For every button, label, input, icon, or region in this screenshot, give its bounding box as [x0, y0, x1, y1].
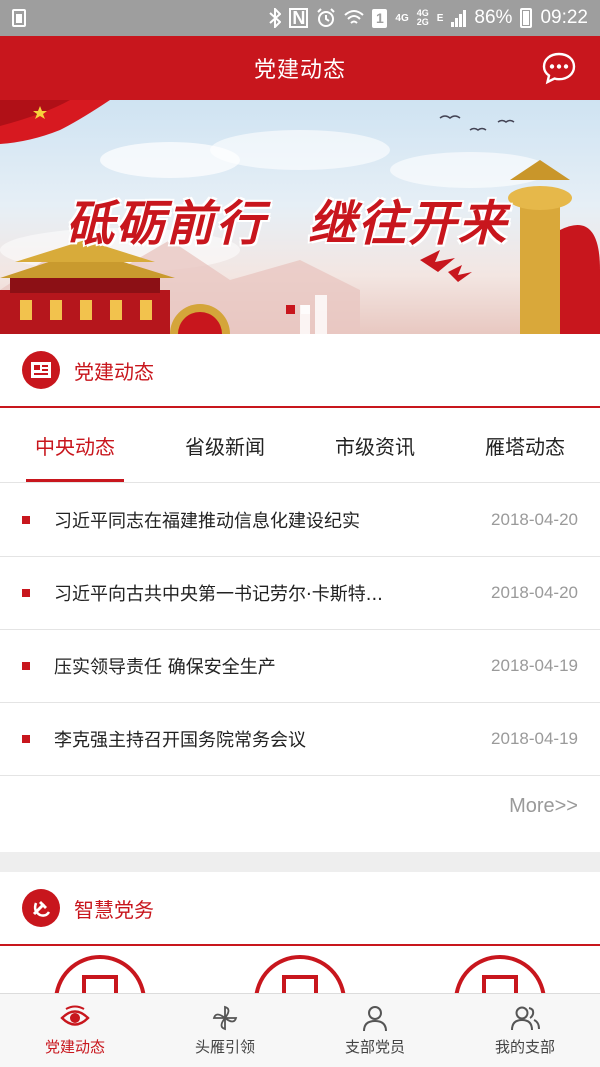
status-bar: N 1 4G 4G 2G E 86% 09:22: [0, 0, 600, 36]
bullet-icon: [22, 516, 30, 524]
nav-label-leader: 头雁引领: [194, 1038, 255, 1056]
clock-time: 09:22: [540, 7, 588, 28]
carousel-dot-2[interactable]: [301, 305, 310, 314]
news-title: 习近平向古共中央第一书记劳尔·卡斯特...: [54, 584, 383, 605]
network-4g-2g-bottom: 2G: [416, 17, 429, 27]
bullet-icon: [22, 589, 30, 597]
banner-slogan-left: 砥砺前行: [66, 196, 267, 252]
document-icon: [282, 975, 318, 993]
group-icon: [511, 1006, 540, 1031]
nav-label-news: 党建动态: [44, 1038, 105, 1056]
newspaper-icon: [22, 351, 60, 389]
news-list: 习近平同志在福建推动信息化建设纪实 2018-04-20 习近平向古共中央第一书…: [0, 484, 600, 776]
page-title: 党建动态: [253, 58, 346, 83]
carousel-indicator: [286, 305, 310, 314]
app-header: 党建动态: [0, 36, 600, 100]
battery-percent: 86%: [474, 7, 513, 28]
news-item[interactable]: 李克强主持召开国务院常务会议 2018-04-19: [0, 703, 600, 776]
nav-item-members[interactable]: 支部党员: [300, 994, 450, 1067]
service-document-button[interactable]: [254, 955, 346, 993]
pinwheel-icon: [212, 1005, 238, 1031]
party-emblem-icon: [22, 889, 60, 927]
nav-item-mybranch[interactable]: 我的支部: [450, 994, 600, 1067]
nfc-icon: N: [289, 8, 309, 28]
news-date: 2018-04-20: [491, 583, 578, 602]
nav-item-leader[interactable]: 头雁引领: [150, 994, 300, 1067]
nav-label-members: 支部党员: [344, 1038, 405, 1056]
eye-icon: [60, 1005, 90, 1026]
nav-label-mybranch: 我的支部: [494, 1038, 555, 1056]
news-title: 李克强主持召开国务院常务会议: [54, 730, 306, 751]
tab-central[interactable]: 中央动态: [0, 409, 150, 482]
news-title: 压实领导责任 确保安全生产: [54, 657, 276, 678]
carousel-dot-1[interactable]: [286, 305, 295, 314]
service-grid: [0, 947, 600, 993]
tab-yanta[interactable]: 雁塔动态: [450, 409, 600, 482]
book-icon: [482, 975, 518, 993]
bullet-icon: [22, 662, 30, 670]
section-divider: [0, 852, 600, 872]
banner-slogan-right: 继往开来: [308, 196, 509, 252]
news-tabs: 中央动态 省级新闻 市级资讯 雁塔动态: [0, 409, 600, 483]
tab-city[interactable]: 市级资讯: [300, 409, 450, 482]
chat-bubble-icon: [542, 52, 576, 85]
section-header-smart: 智慧党务: [0, 872, 600, 946]
banner-carousel[interactable]: 砥砺前行 继往开来: [0, 100, 600, 334]
more-link[interactable]: More>>: [509, 795, 578, 818]
network-e-label: E: [436, 12, 444, 24]
alarm-icon: [316, 8, 336, 28]
news-item[interactable]: 习近平同志在福建推动信息化建设纪实 2018-04-20: [0, 484, 600, 557]
service-book-button[interactable]: [454, 955, 546, 993]
wifi-icon: [344, 9, 365, 27]
bottom-nav: 党建动态 头雁引领 支部党员 我的支部: [0, 993, 600, 1067]
news-title: 习近平同志在福建推动信息化建设纪实: [54, 511, 360, 532]
nav-item-news[interactable]: 党建动态: [0, 994, 150, 1067]
chat-button[interactable]: [542, 51, 576, 85]
section-header-news: 党建动态: [0, 334, 600, 408]
sim-one-icon: 1: [372, 8, 388, 28]
news-date: 2018-04-20: [491, 510, 578, 529]
person-icon: [363, 1006, 387, 1032]
section-title-news: 党建动态: [74, 359, 154, 384]
network-4g-2g-icon: 4G 2G: [417, 9, 429, 27]
signal-icon: [451, 9, 467, 27]
news-date: 2018-04-19: [491, 729, 578, 748]
news-date: 2018-04-19: [491, 656, 578, 675]
bluetooth-icon: [269, 8, 282, 28]
tab-provincial[interactable]: 省级新闻: [150, 409, 300, 482]
service-study-button[interactable]: [54, 955, 146, 993]
news-item[interactable]: 习近平向古共中央第一书记劳尔·卡斯特... 2018-04-20: [0, 557, 600, 630]
app-notification-icon: [12, 9, 26, 27]
bullet-icon: [22, 735, 30, 743]
network-4g-label: 4G: [395, 12, 409, 24]
section-title-smart: 智慧党务: [74, 897, 154, 922]
battery-icon: [520, 8, 533, 28]
news-item[interactable]: 压实领导责任 确保安全生产 2018-04-19: [0, 630, 600, 703]
board-icon: [82, 975, 118, 993]
